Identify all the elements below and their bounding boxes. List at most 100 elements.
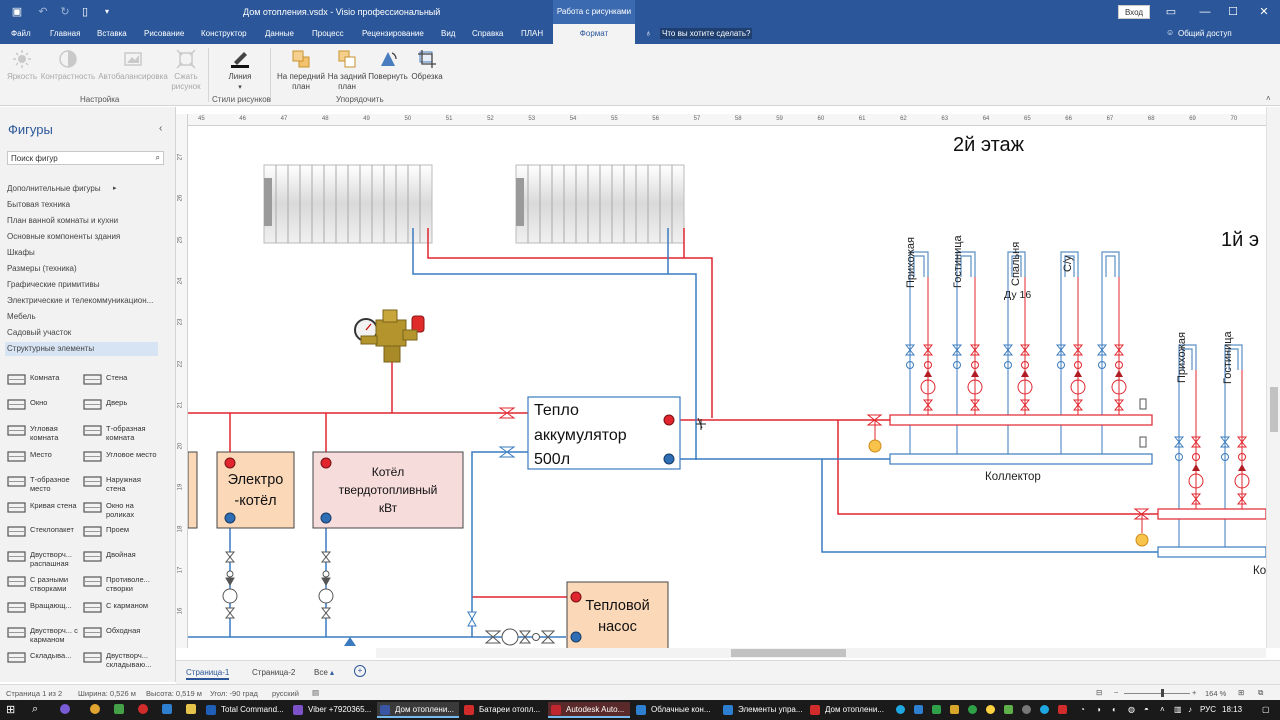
chrome-icon[interactable] xyxy=(90,704,100,714)
shape-thumbnail-icon[interactable] xyxy=(6,423,27,438)
shape-thumbnail-icon[interactable] xyxy=(6,524,27,539)
stencil-item[interactable]: Дополнительные фигуры xyxy=(7,184,101,193)
horizontal-scroll-thumb[interactable] xyxy=(731,649,846,657)
shape-thumbnail-icon[interactable] xyxy=(82,600,103,615)
shape-item-label[interactable]: Кривая стена xyxy=(30,501,82,510)
tab-home[interactable]: Главная xyxy=(50,29,80,38)
fit-page-icon[interactable]: ⊞ xyxy=(1238,688,1244,697)
tray-icon[interactable]: ◍ xyxy=(1128,705,1135,714)
collapse-ribbon-icon[interactable]: ˄ xyxy=(1266,94,1271,103)
shape-item-label[interactable]: Двустворч... с карманом xyxy=(30,626,82,644)
shape-thumbnail-icon[interactable] xyxy=(6,549,27,564)
shape-thumbnail-icon[interactable] xyxy=(6,397,27,412)
crop-button[interactable]: Обрезка xyxy=(408,49,446,82)
tell-me-input[interactable]: Что вы хотите сделать? xyxy=(660,28,753,39)
maximize-icon[interactable]: ☐ xyxy=(1225,4,1241,20)
app-icon[interactable] xyxy=(1004,705,1013,714)
app-icon[interactable] xyxy=(1058,705,1067,714)
shape-item-label[interactable]: Вращающ... xyxy=(30,601,82,610)
tab-design[interactable]: Конструктор xyxy=(201,29,247,38)
page-tab-2[interactable]: Страница-2 xyxy=(252,668,295,677)
tab-format[interactable]: Формат xyxy=(553,24,635,44)
shape-item-label[interactable]: Обходная xyxy=(106,626,158,635)
shape-item-label[interactable]: Угловое место xyxy=(106,450,158,459)
shape-thumbnail-icon[interactable] xyxy=(6,500,27,515)
taskbar-app-total-commander[interactable]: Total Command... xyxy=(203,702,288,718)
close-icon[interactable]: ✕ xyxy=(1256,4,1272,20)
shape-thumbnail-icon[interactable] xyxy=(6,449,27,464)
minimize-icon[interactable]: — xyxy=(1197,4,1213,20)
shape-thumbnail-icon[interactable] xyxy=(6,372,27,387)
app-icon[interactable] xyxy=(950,705,959,714)
taskbar-app-pdf[interactable]: Дом отоплени... xyxy=(807,702,889,718)
shape-item-label[interactable]: Место xyxy=(30,450,82,459)
shape-thumbnail-icon[interactable] xyxy=(82,549,103,564)
line-button[interactable]: Линия ▾ xyxy=(222,49,258,93)
signin-button[interactable]: Вход xyxy=(1118,5,1150,19)
tab-data[interactable]: Данные xyxy=(265,29,294,38)
shape-thumbnail-icon[interactable] xyxy=(6,650,27,665)
drawing-canvas[interactable]: 2й этаж 1й э Прихожая Гостиница Спальня … xyxy=(188,126,1266,648)
opera-icon[interactable] xyxy=(138,704,148,714)
stencil-item[interactable]: Структурные элементы xyxy=(5,342,158,356)
tab-draw[interactable]: Рисование xyxy=(144,29,184,38)
tray-icon[interactable]: ◐ xyxy=(1112,705,1117,714)
partial-block[interactable] xyxy=(188,451,198,529)
shape-item-label[interactable]: Комната xyxy=(30,373,82,382)
tray-icon[interactable]: ◓ xyxy=(1144,705,1149,714)
tab-plan[interactable]: ПЛАН xyxy=(521,29,543,38)
add-page-icon[interactable]: + xyxy=(354,665,366,677)
return-collector[interactable] xyxy=(889,453,1153,465)
stencil-item[interactable]: Мебель xyxy=(7,312,36,321)
shape-thumbnail-icon[interactable] xyxy=(82,625,103,640)
volume-icon[interactable]: ♪ xyxy=(1188,705,1192,714)
shape-thumbnail-icon[interactable] xyxy=(82,500,103,515)
search-icon[interactable]: ⌕ xyxy=(156,153,160,163)
shape-thumbnail-icon[interactable] xyxy=(6,600,27,615)
search-taskbar-icon[interactable]: ⌕ xyxy=(32,703,38,716)
taskbar-app-autocad[interactable]: Autodesk Auto... xyxy=(548,702,630,718)
shape-item-label[interactable]: С разными створками xyxy=(30,575,82,593)
new-doc-icon[interactable]: ▯ xyxy=(78,5,92,19)
safety-group-image[interactable] xyxy=(354,309,425,363)
stencil-item[interactable]: Графические примитивы xyxy=(7,280,99,289)
tab-file[interactable]: Файл xyxy=(11,29,31,38)
show-hidden-icons[interactable]: ˄ xyxy=(1160,705,1165,714)
horizontal-scrollbar[interactable] xyxy=(376,648,1266,658)
send-to-back-button[interactable]: На задний план xyxy=(326,49,368,92)
customize-qat-icon[interactable]: ▾ xyxy=(100,5,114,19)
stencil-item[interactable]: Бытовая техника xyxy=(7,200,70,209)
shape-item-label[interactable]: Т-образное место xyxy=(30,475,82,493)
tab-process[interactable]: Процесс xyxy=(312,29,344,38)
tab-review[interactable]: Рецензирование xyxy=(362,29,424,38)
return-collector-floor1[interactable] xyxy=(1157,546,1266,558)
zoom-in-icon[interactable]: + xyxy=(1192,688,1196,697)
vertical-scrollbar[interactable] xyxy=(1266,107,1280,648)
shape-thumbnail-icon[interactable] xyxy=(82,423,103,438)
undo-icon[interactable]: ↶ xyxy=(36,5,50,19)
taskbar-app-viber[interactable]: Viber +7920365... xyxy=(290,702,375,718)
taskbar-app-visio[interactable]: Дом отоплени... xyxy=(377,702,459,718)
stencil-item[interactable]: План ванной комнаты и кухни xyxy=(7,216,118,225)
shape-thumbnail-icon[interactable] xyxy=(82,524,103,539)
radiator-image-1[interactable] xyxy=(263,164,433,244)
rotate-button[interactable]: Повернуть xyxy=(368,49,408,82)
save-icon[interactable]: ▣ xyxy=(10,5,24,19)
app-icon[interactable] xyxy=(932,705,941,714)
tray-icon[interactable]: ◔ xyxy=(1080,705,1085,714)
shape-thumbnail-icon[interactable] xyxy=(82,397,103,412)
contrast-button[interactable]: Контрастность xyxy=(40,49,96,82)
shape-item-label[interactable]: Наружная стена xyxy=(106,475,158,493)
taskbar-app-browser[interactable]: Батареи отопл... xyxy=(461,702,545,718)
shape-item-label[interactable]: Двустворч... складываю... xyxy=(106,651,158,669)
shape-item-label[interactable]: Угловая комната xyxy=(30,424,82,442)
zoom-level[interactable]: 164 % xyxy=(1205,689,1226,698)
shape-item-label[interactable]: Окно xyxy=(30,398,82,407)
stencil-item[interactable]: Основные компоненты здания xyxy=(7,232,120,241)
keyboard-language[interactable]: РУС xyxy=(1200,705,1216,714)
shape-search-input[interactable]: Поиск фигур ⌕ xyxy=(7,151,164,165)
tab-help[interactable]: Справка xyxy=(472,29,503,38)
supply-collector-floor1[interactable] xyxy=(1157,508,1266,520)
shape-thumbnail-icon[interactable] xyxy=(6,574,27,589)
taskbar-app-cloud[interactable]: Облачные кон... xyxy=(633,702,718,718)
